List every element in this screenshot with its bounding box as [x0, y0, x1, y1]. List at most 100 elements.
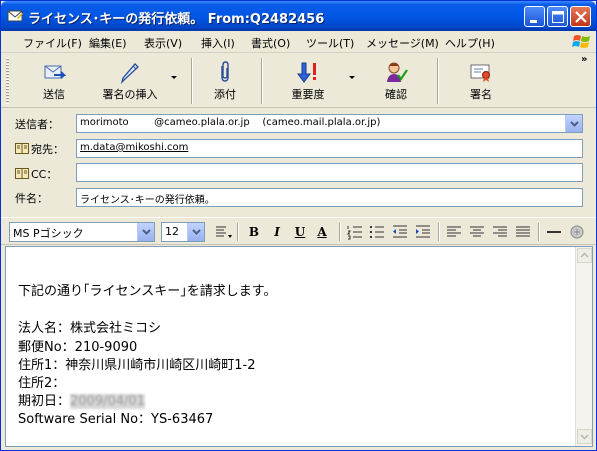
menu-tools[interactable]: ツール(T) [306, 35, 354, 51]
to-label: 宛先： [31, 143, 64, 156]
to-recipient[interactable]: m.data@mikoshi.com [80, 142, 188, 153]
message-body[interactable]: 下記の通り｢ライセンスキー｣を請求します。 法人名：株式会社ミコシ 郵便No：2… [5, 246, 593, 447]
increase-indent-icon [416, 225, 430, 238]
menu-help[interactable]: ヘルプ(H) [445, 35, 495, 51]
format-toolbar: MS Pゴシック 12 B I U A [1, 217, 596, 245]
menu-view[interactable]: 表示(V) [144, 35, 182, 51]
toolbar-overflow-chevron[interactable]: » [581, 54, 587, 65]
close-button[interactable] [570, 6, 591, 27]
menu-format[interactable]: 書式(O) [251, 35, 290, 51]
maximize-button[interactable] [547, 6, 568, 27]
format-separator [438, 223, 440, 241]
align-right-button[interactable] [490, 223, 510, 241]
increase-indent-button[interactable] [413, 223, 433, 241]
address-book-icon [15, 143, 29, 154]
font-size-value: 12 [165, 225, 179, 238]
size-dropdown-button[interactable] [187, 223, 204, 241]
cc-field[interactable] [76, 163, 583, 182]
body-line-company: 法人名：株式会社ミコシ [18, 321, 162, 336]
align-center-button[interactable] [467, 223, 487, 241]
digitally-sign-button[interactable]: 署名 [456, 56, 506, 106]
certificate-icon [470, 64, 490, 82]
from-dropdown-button[interactable] [565, 115, 582, 132]
toolbar-separator [261, 58, 263, 104]
menu-insert[interactable]: 挿入(I) [201, 35, 235, 51]
toolbar-grip[interactable] [6, 58, 9, 104]
from-value: morimoto @cameo.plala.or.jp (cameo.mail.… [80, 117, 381, 128]
main-toolbar: 送信 署名の挿入 添付 重要度 確認 署名 [1, 54, 596, 108]
chevron-down-icon [142, 229, 151, 235]
from-label: 送信者： [15, 118, 59, 131]
start-date-value: 2009/04/01 [70, 394, 145, 409]
bulleted-list-icon [370, 226, 384, 238]
toolbar-separator [437, 58, 439, 104]
chevron-down-icon [580, 434, 589, 440]
maximize-icon [552, 11, 564, 23]
cc-button[interactable]: CC： [15, 166, 57, 182]
cc-label: CC： [31, 168, 58, 181]
windows-logo-icon [572, 35, 590, 48]
paragraph-style-icon [216, 226, 232, 238]
paragraph-style-button[interactable] [213, 223, 233, 241]
send-button[interactable]: 送信 [31, 56, 77, 106]
horizontal-line-icon [547, 231, 561, 233]
from-select[interactable]: morimoto @cameo.plala.or.jp (cameo.mail.… [76, 114, 583, 133]
vertical-scrollbar[interactable] [575, 247, 592, 446]
format-separator [339, 223, 341, 241]
toolbar-separator [191, 58, 193, 104]
font-dropdown-button[interactable] [137, 223, 154, 241]
check-names-icon [387, 62, 408, 82]
subject-field[interactable]: ライセンス･キーの発行依頼。 [76, 188, 583, 207]
body-line-address1: 住所1：神奈川県川崎市川崎区川崎町1-2 [18, 358, 256, 373]
priority-button[interactable]: 重要度 [283, 56, 333, 106]
attach-button[interactable]: 添付 [201, 56, 249, 106]
bold-button[interactable]: B [244, 223, 264, 241]
menu-message[interactable]: メッセージ(M) [366, 35, 439, 51]
minimize-icon [530, 20, 537, 23]
scroll-down-button[interactable] [577, 429, 592, 444]
align-center-icon [470, 226, 484, 237]
to-field[interactable]: m.data@mikoshi.com [76, 139, 583, 158]
insert-signature-label: 署名の挿入 [102, 88, 158, 101]
body-line-serial: Software Serial No：YS-63467 [18, 412, 214, 427]
check-names-button[interactable]: 確認 [371, 56, 421, 106]
signature-dropdown-arrow[interactable] [171, 76, 177, 79]
font-name-select[interactable]: MS Pゴシック [9, 222, 155, 242]
priority-dropdown-arrow[interactable] [349, 76, 355, 79]
to-button[interactable]: 宛先： [15, 141, 64, 157]
start-date-label: 期初日： [18, 394, 71, 409]
underline-button[interactable]: U [290, 223, 310, 241]
numbered-list-button[interactable] [345, 223, 365, 241]
horizontal-line-button[interactable] [544, 223, 564, 241]
check-names-label: 確認 [385, 88, 407, 101]
font-color-button[interactable]: A [312, 223, 332, 241]
chevron-down-icon [192, 229, 201, 235]
close-icon [575, 11, 587, 23]
numbered-list-icon [347, 226, 362, 240]
subject-value: ライセンス･キーの発行依頼。 [80, 195, 215, 206]
insert-picture-button[interactable] [567, 223, 587, 241]
italic-button[interactable]: I [267, 223, 287, 241]
insert-signature-button[interactable]: 署名の挿入 [96, 56, 164, 106]
body-line-start-date: 期初日：2009/04/01 [18, 390, 145, 409]
format-separator [237, 223, 239, 241]
body-line-request: 下記の通り｢ライセンスキー｣を請求します。 [18, 284, 277, 299]
font-name-value: MS Pゴシック [13, 227, 84, 240]
menu-edit[interactable]: 編集(E) [89, 35, 127, 51]
bulleted-list-button[interactable] [367, 223, 387, 241]
attach-label: 添付 [214, 88, 236, 101]
insert-picture-icon [570, 225, 584, 239]
decrease-indent-button[interactable] [390, 223, 410, 241]
priority-icon [297, 62, 316, 83]
window-title: ライセンス･キーの発行依頼。 From:Q2482456 [28, 12, 325, 27]
decrease-indent-icon [393, 225, 407, 238]
align-left-button[interactable] [444, 223, 464, 241]
minimize-button[interactable] [524, 6, 545, 27]
send-label: 送信 [43, 88, 65, 101]
font-size-select[interactable]: 12 [161, 222, 205, 242]
menu-file[interactable]: ファイル(F) [23, 35, 82, 51]
justify-button[interactable] [513, 223, 533, 241]
scroll-up-button[interactable] [577, 248, 592, 263]
priority-label: 重要度 [291, 88, 325, 101]
title-bar[interactable]: ライセンス･キーの発行依頼。 From:Q2482456 [1, 1, 596, 31]
